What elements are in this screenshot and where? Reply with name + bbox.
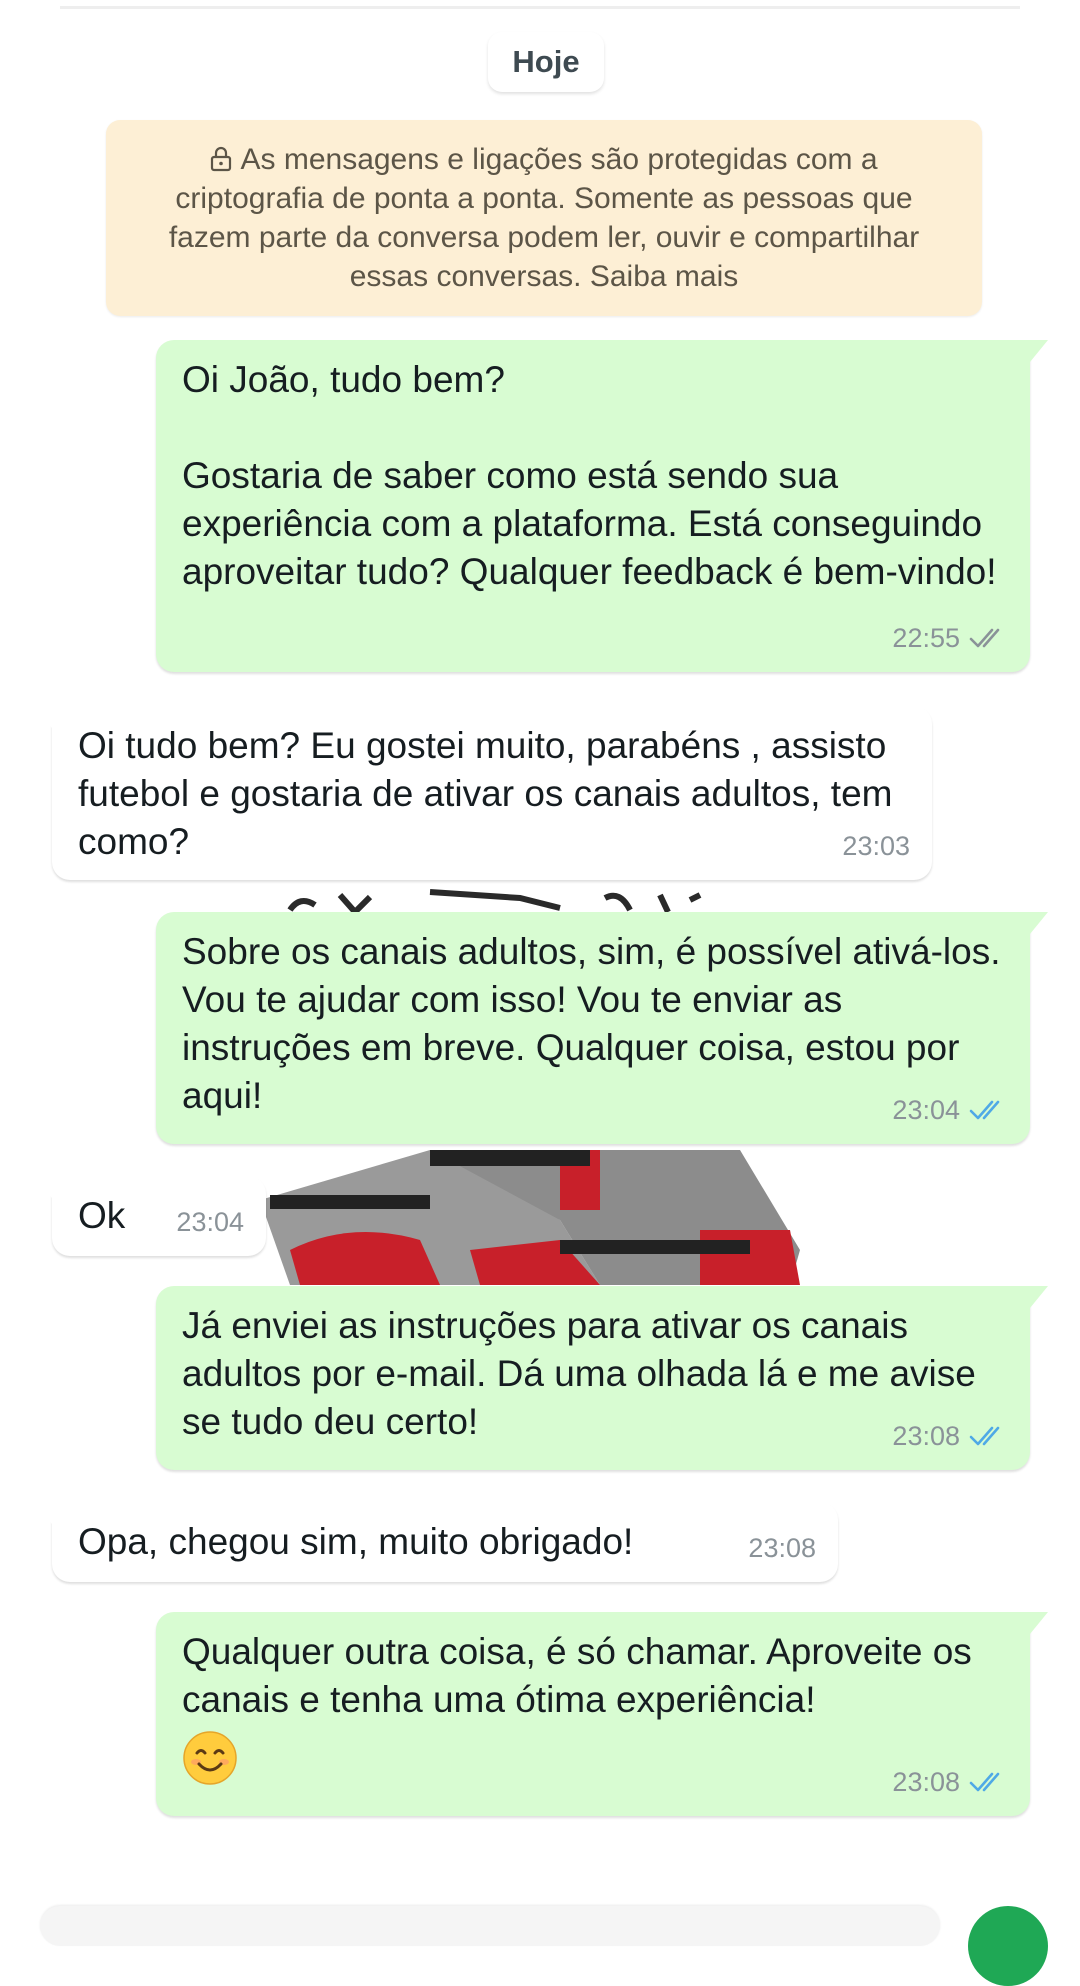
message-time: 23:03 xyxy=(842,831,910,861)
encryption-notice[interactable]: As mensagens e ligações são protegidas c… xyxy=(106,120,982,316)
message-meta: 23:08 xyxy=(892,1412,1008,1460)
message-meta: 22:55 xyxy=(892,614,1008,662)
message-time: 23:04 xyxy=(176,1207,244,1237)
message-time: 23:08 xyxy=(892,1421,960,1451)
message-text: Oi tudo bem? Eu gostei muito, parabéns ,… xyxy=(78,725,893,862)
message-meta: 23:04 xyxy=(892,1086,1008,1134)
mic-button[interactable] xyxy=(968,1906,1048,1986)
message-outgoing[interactable]: Sobre os canais adultos, sim, é possível… xyxy=(156,912,1048,1144)
bubble-tail xyxy=(1030,1612,1048,1634)
bubble-tail xyxy=(1030,912,1048,934)
encryption-notice-text: As mensagens e ligações são protegidas c… xyxy=(168,143,920,293)
message-outgoing[interactable]: Já enviei as instruções para ativar os c… xyxy=(156,1286,1048,1470)
message-input-bar[interactable] xyxy=(40,1906,940,1946)
double-check-blue-icon xyxy=(969,1426,1000,1446)
bubble-tail xyxy=(34,1176,52,1198)
message-meta: 23:03 xyxy=(842,822,910,870)
message-incoming[interactable]: Oi tudo bem? Eu gostei muito, parabéns ,… xyxy=(34,706,932,880)
message-outgoing[interactable]: Oi João, tudo bem? Gostaria de saber com… xyxy=(156,340,1048,672)
bubble-tail xyxy=(34,706,52,728)
message-text: Qualquer outra coisa, é só chamar. Aprov… xyxy=(182,1631,972,1720)
message-time: 23:08 xyxy=(892,1767,960,1797)
double-check-blue-icon xyxy=(969,1100,1000,1120)
message-outgoing[interactable]: Qualquer outra coisa, é só chamar. Aprov… xyxy=(156,1612,1048,1816)
smiling-face-emoji xyxy=(183,1731,237,1785)
bubble-tail xyxy=(1030,340,1048,362)
top-divider xyxy=(60,6,1020,9)
lock-icon xyxy=(211,146,232,172)
message-text: Opa, chegou sim, muito obrigado! xyxy=(78,1521,634,1562)
message-time: 23:04 xyxy=(892,1095,960,1125)
wallpaper-film-strip xyxy=(260,1150,800,1285)
message-time: 23:08 xyxy=(748,1533,816,1563)
message-text: Já enviei as instruções para ativar os c… xyxy=(182,1305,976,1442)
message-text: Oi João, tudo bem? Gostaria de saber com… xyxy=(182,359,997,592)
message-meta: 23:08 xyxy=(892,1758,1008,1806)
double-check-gray-icon xyxy=(969,628,1000,648)
message-meta: 23:04 xyxy=(176,1198,244,1246)
bubble-tail xyxy=(1030,1286,1048,1308)
message-meta: 23:08 xyxy=(748,1524,816,1572)
wallpaper-sketch-top xyxy=(287,889,702,917)
message-text: Sobre os canais adultos, sim, é possível… xyxy=(182,931,1001,1116)
date-chip: Hoje xyxy=(488,32,604,92)
message-incoming[interactable]: Opa, chegou sim, muito obrigado! 23:08 xyxy=(34,1502,838,1582)
double-check-blue-icon xyxy=(969,1772,1000,1792)
message-incoming[interactable]: Ok 23:04 xyxy=(34,1176,266,1256)
message-time: 22:55 xyxy=(892,623,960,653)
bubble-tail xyxy=(34,1502,52,1524)
